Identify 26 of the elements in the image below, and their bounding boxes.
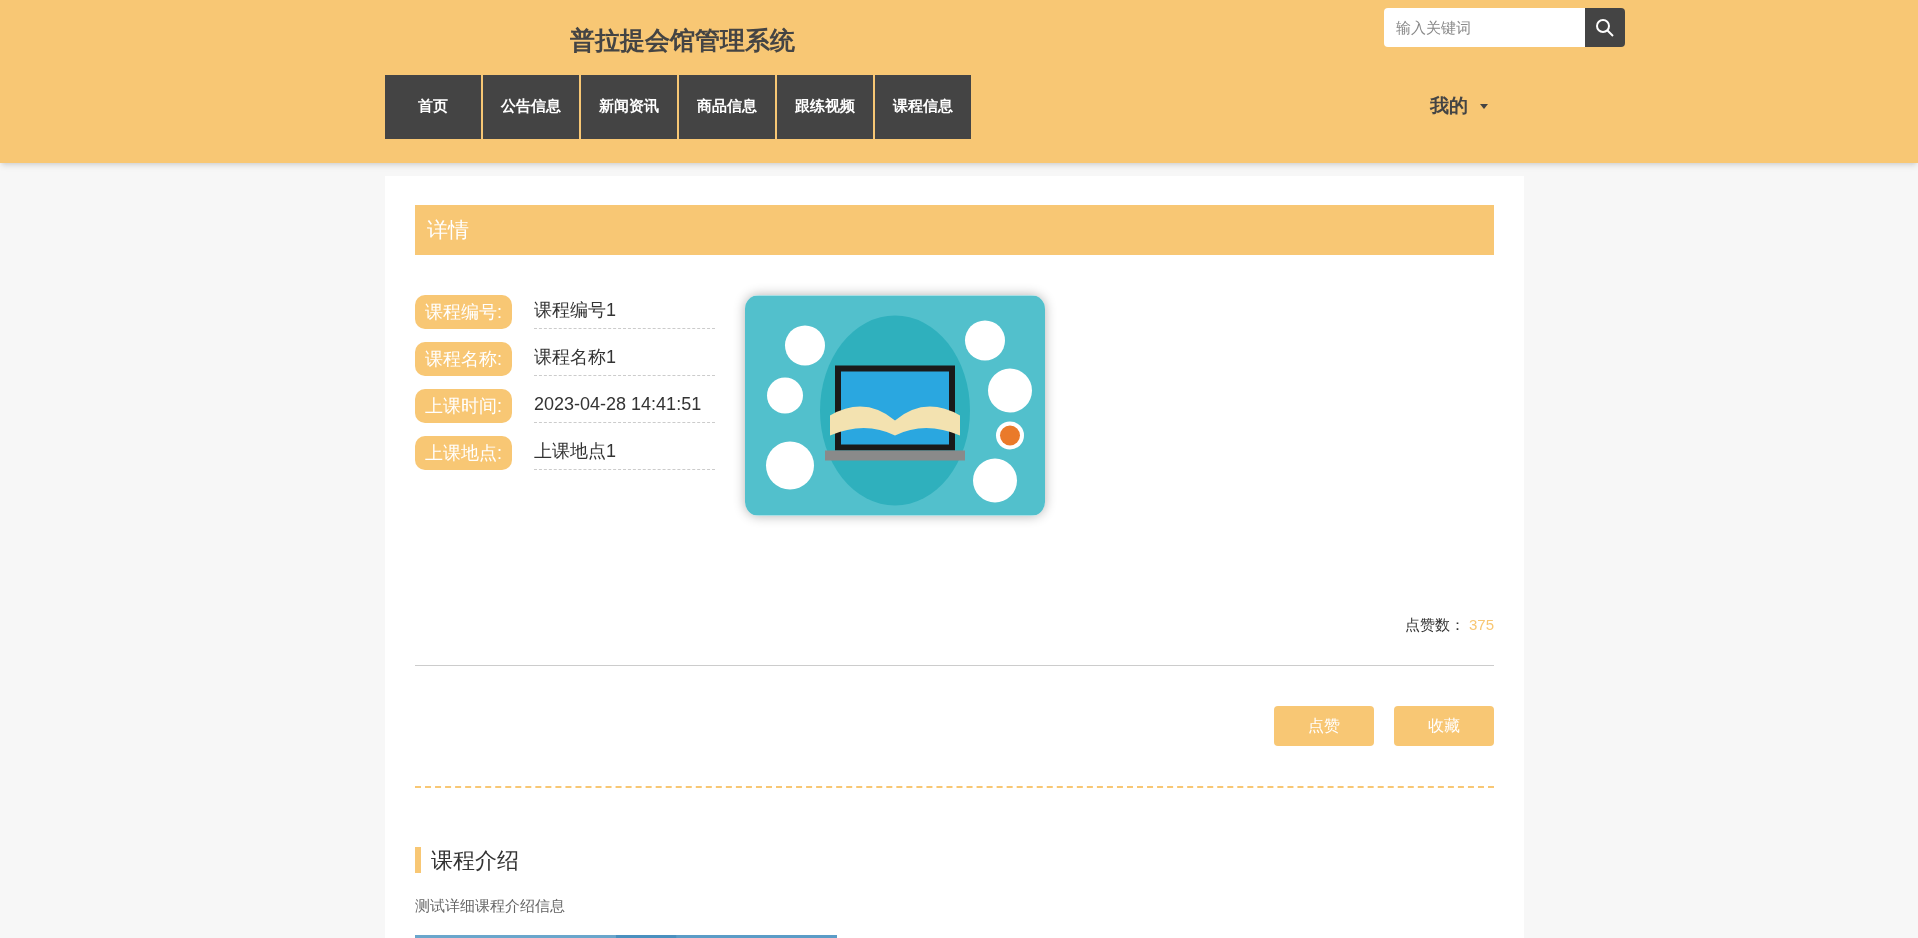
field-label: 课程名称: <box>415 342 512 376</box>
field-label: 上课地点: <box>415 436 512 470</box>
nav-tab[interactable]: 公告信息 <box>483 74 579 139</box>
nav-tab[interactable]: 新闻资讯 <box>581 74 677 139</box>
user-menu[interactable]: 我的 <box>1430 92 1488 121</box>
field-label: 上课时间: <box>415 389 512 423</box>
field-value: 上课地点1 <box>534 436 715 470</box>
search-icon <box>1595 17 1615 38</box>
caret-icon <box>1480 104 1488 109</box>
detail-heading: 详情 <box>427 217 469 244</box>
accent-bar <box>415 847 421 873</box>
search-field[interactable]: 输入关键词 <box>1384 8 1585 47</box>
section-title: 课程介绍 <box>431 846 519 875</box>
nav-tab[interactable]: 首页 <box>385 74 481 139</box>
search-button[interactable] <box>1585 8 1625 47</box>
likes-count: 375 <box>1468 615 1494 635</box>
field-label: 课程编号: <box>415 295 512 329</box>
field-value: 课程名称1 <box>534 342 715 376</box>
intro-text: 测试详细课程介绍信息 <box>415 895 566 916</box>
likes-label: 点赞数： <box>1404 615 1465 635</box>
field-value: 课程编号1 <box>534 295 715 329</box>
site-title: 普拉提会馆管理系统 <box>570 25 795 56</box>
nav-tab[interactable]: 跟练视频 <box>777 74 873 139</box>
nav-tab[interactable]: 课程信息 <box>875 74 971 139</box>
nav-tab[interactable]: 商品信息 <box>679 74 775 139</box>
field-value: 2023-04-28 14:41:51 <box>534 389 715 423</box>
